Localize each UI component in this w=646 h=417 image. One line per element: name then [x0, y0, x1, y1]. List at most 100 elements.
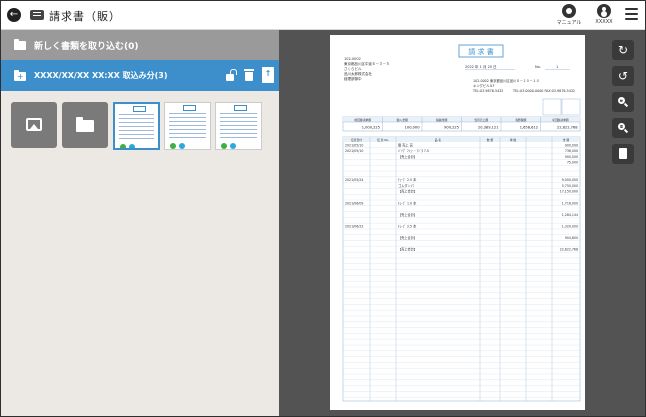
item-cell: ﾁｭｰﾌﾞ 1.0 本 — [398, 200, 417, 205]
app-header: ← 請求書（販） マニュアル XXXXX — [1, 1, 645, 30]
item-cell: 【売上合計】 — [398, 154, 417, 159]
item-header: 伝票日付 — [351, 138, 362, 142]
new-documents-bar[interactable]: 新しく書類を取り込む(0) — [1, 30, 279, 60]
recipient-postal: 102-0002 — [344, 57, 361, 61]
item-cell: ﾊﾟｲﾌﾟ ﾏｼｭｰ・ﾌｼﾞﾀ 7.0 — [398, 148, 429, 153]
zoom-in-button[interactable]: + — [612, 92, 634, 112]
item-cell: 2021/05/10 — [345, 143, 363, 147]
item-cell: 2021/06/22 — [345, 225, 363, 229]
item-cell: 【売上合計】 — [398, 212, 417, 217]
document-thumbnail-3[interactable] — [215, 102, 262, 150]
item-header: 単 価 — [510, 138, 517, 142]
status-dot-blue — [179, 143, 185, 149]
status-dot-green — [120, 144, 126, 148]
item-header: 伝 票 No. — [377, 138, 389, 142]
open-folder-icon — [76, 117, 94, 132]
summary-header: 繰越金額 — [436, 118, 447, 122]
invoice-no-label: No. — [535, 65, 541, 69]
back-arrow-icon[interactable]: ← — [7, 8, 21, 22]
rotate-ccw-icon: ↺ — [617, 69, 629, 83]
status-dot-blue — [129, 144, 135, 148]
item-cell: 904,800 — [565, 236, 578, 240]
issuer-line-4: TEL:03-0000-0000 FAX:03-9876-5432 — [512, 89, 575, 93]
issuer-line-1: 102-0002 東京都品川区品川８－１０－１０ — [473, 78, 539, 83]
summary-header: 御入金額 — [397, 118, 408, 122]
item-header: 品 名 — [435, 138, 442, 142]
summary-value: 100,000 — [405, 126, 421, 130]
user-label: XXXXX — [595, 19, 613, 25]
item-header: 金 額 — [563, 138, 570, 142]
summary-header: 当月売上額 — [474, 118, 488, 122]
app-window: ← 請求書（販） マニュアル XXXXX 新しく書類を取り込む(0) + XXX… — [0, 0, 646, 417]
add-image-button[interactable] — [11, 102, 57, 148]
rotate-clockwise-button[interactable]: ↻ — [612, 40, 634, 60]
imported-batch-bar[interactable]: + XXXX/XX/XX XX:XX 取込み分(3) ↑ — [1, 60, 279, 91]
image-icon — [26, 118, 42, 131]
summary-value: 1,000,225 — [362, 126, 380, 130]
item-cell: 2021/06/09 — [345, 201, 363, 205]
invoice-page: 請 求 書 102-0002 東京都品川区中延６－３－５ さくらビル 品川太郎株… — [330, 35, 585, 410]
item-cell: 900,000 — [565, 155, 578, 159]
issuer-line-3: TEL:03-9876-5432 — [472, 89, 503, 93]
item-cell: 75,000 — [567, 161, 578, 165]
item-cell: 736,000 — [565, 149, 578, 153]
summary-header: 今回御請求額 — [552, 118, 569, 122]
summary-value: 20,389,121 — [478, 126, 499, 130]
status-dot-green — [221, 143, 227, 149]
document-list-icon — [30, 10, 44, 20]
invoice-date: 2022 年 1 月 20 日 — [465, 64, 497, 69]
item-cell: 1,716,000 — [562, 201, 578, 205]
upload-file-icon[interactable]: ↑ — [262, 67, 274, 83]
document-panel: 新しく書類を取り込む(0) + XXXX/XX/XX XX:XX 取込み分(3)… — [1, 30, 279, 416]
item-cell: 900,000 — [565, 143, 578, 147]
item-header: 数 量 — [487, 138, 494, 142]
recipient-line-3: 品川太郎株式会社 — [344, 71, 372, 76]
folder-icon — [14, 39, 26, 50]
new-documents-label: 新しく書類を取り込む(0) — [34, 42, 139, 52]
items-table: 伝票日付 伝 票 No. 品 名 数 量 単 価 金 額 — [342, 136, 581, 402]
rotate-cw-icon: ↻ — [617, 43, 629, 57]
document-viewer: 請 求 書 102-0002 東京都品川区中延６－３－５ さくらビル 品川太郎株… — [279, 30, 645, 416]
summary-header: 消費税額 — [515, 118, 526, 122]
summary-value: 900,225 — [444, 126, 459, 130]
document-thumbnail-1[interactable] — [113, 102, 160, 150]
zoom-in-icon: + — [619, 97, 625, 104]
item-cell: 5,750,000 — [562, 184, 578, 188]
item-cell: 22,822,768 — [560, 248, 578, 252]
item-cell: 1,320,000 — [562, 225, 578, 229]
item-cell: 9,000,000 — [562, 178, 578, 182]
trash-icon[interactable] — [242, 68, 256, 82]
summary-header: 前回御請求額 — [354, 118, 371, 122]
issuer-line-2: キングビル８F — [473, 83, 495, 88]
item-cell: 【売上合計】 — [398, 189, 417, 194]
pdf-download-button[interactable] — [612, 144, 634, 164]
manual-label: マニュアル — [556, 20, 582, 26]
rotate-counterclockwise-button[interactable]: ↺ — [612, 66, 634, 86]
item-cell: ゴムダンパ — [398, 183, 415, 188]
user-avatar-icon — [597, 4, 611, 18]
user-button[interactable]: XXXXX — [590, 4, 618, 25]
folder-plus-icon: + — [14, 70, 26, 81]
recipient-line-2: さくらビル — [344, 66, 362, 71]
status-dot-green — [170, 143, 176, 149]
item-cell: 【売上合計】 — [398, 235, 417, 240]
imported-batch-label: XXXX/XX/XX XX:XX 取込み分(3) — [34, 71, 168, 80]
item-cell: 2021/05/10 — [345, 149, 363, 153]
item-cell: 1,284,144 — [562, 213, 578, 217]
unlock-icon[interactable] — [223, 68, 237, 82]
item-cell: ﾁｭｰﾌﾞ 2.5 本 — [398, 224, 417, 229]
recipient-line-1: 東京都品川区中延６－３－５ — [344, 61, 390, 66]
document-thumbnail-2[interactable] — [164, 102, 211, 150]
summary-value: 22,822,768 — [557, 126, 578, 130]
hamburger-menu-icon[interactable] — [625, 8, 638, 21]
pdf-icon — [612, 144, 634, 164]
manual-button[interactable]: マニュアル — [555, 4, 583, 26]
invoice-heading: 請 求 書 — [468, 47, 493, 56]
open-folder-button[interactable] — [62, 102, 108, 148]
recipient-line-4: 経理部御中 — [344, 76, 362, 81]
item-cell: 【売上合計】 — [398, 247, 417, 252]
lifebuoy-icon — [562, 4, 576, 18]
item-cell: 2021/05/24 — [345, 178, 363, 182]
summary-table: 前回御請求額 御入金額 繰越金額 当月売上額 消費税額 今回御請求額 1,000… — [342, 116, 581, 132]
zoom-out-button[interactable]: − — [612, 118, 634, 138]
